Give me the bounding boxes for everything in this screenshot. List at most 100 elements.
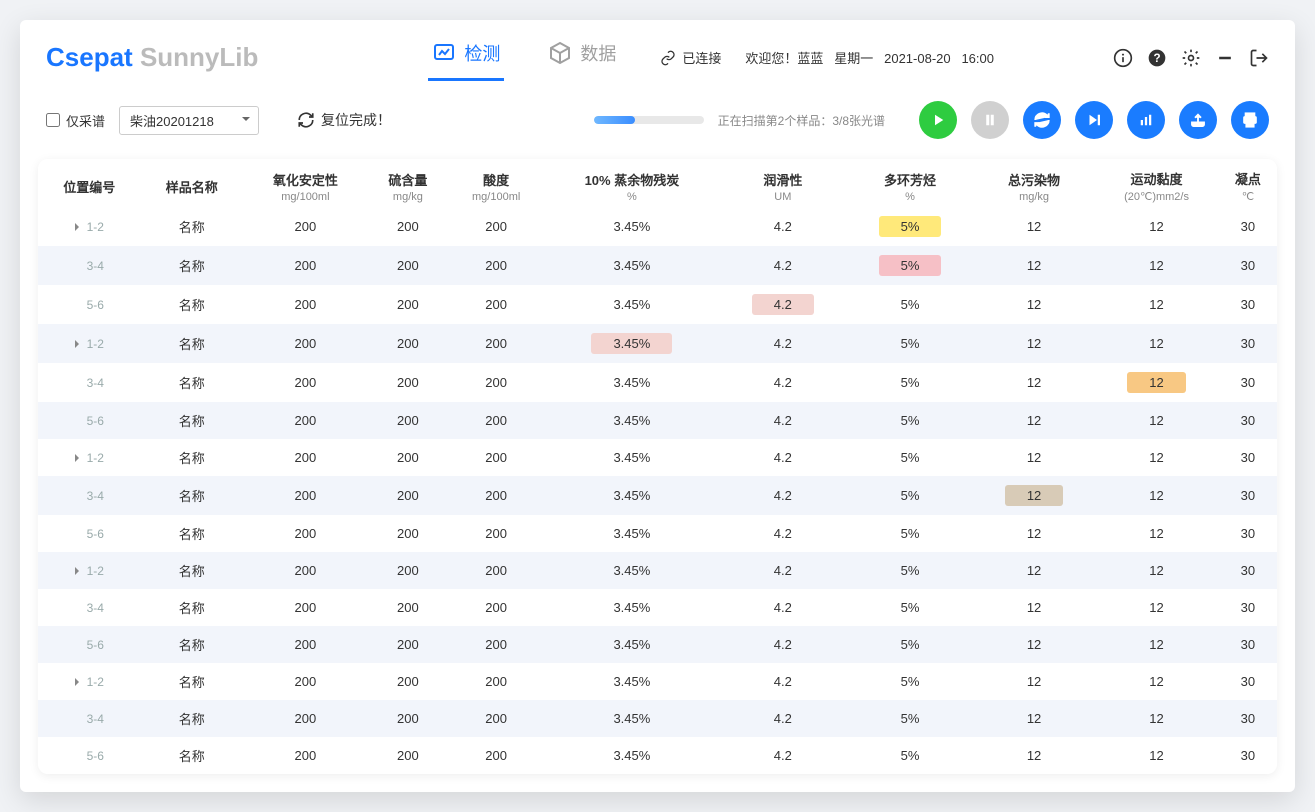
data-cell: 200 [243,476,368,515]
col-header-1[interactable]: 样品名称 [141,159,244,207]
table-row[interactable]: 1-2名称2002002003.45%4.25%121230 [38,663,1277,700]
data-cell: 5% [846,589,974,626]
data-cell: 200 [243,285,368,324]
data-cell: 3.45% [544,207,719,246]
reset-button[interactable]: 复位完成！ [297,110,391,130]
data-cell: 30 [1219,476,1277,515]
logout-icon[interactable] [1249,48,1269,68]
data-cell: 12 [1094,246,1219,285]
table-row[interactable]: 5-6名称2002002003.45%4.25%121230 [38,402,1277,439]
data-cell: 200 [243,737,368,774]
data-cell: 5% [846,246,974,285]
sample-select[interactable]: 柴油20201218 [119,106,259,135]
data-cell: 5% [846,476,974,515]
data-table: 位置编号样品名称氧化安定性mg/100ml硫含量mg/kg酸度mg/100ml1… [38,159,1277,774]
data-cell: 30 [1219,700,1277,737]
col-sub-9: (20℃)mm2/s [1098,190,1215,203]
gear-icon[interactable] [1181,48,1201,68]
export-button[interactable] [1179,101,1217,139]
data-cell: 3.45% [544,439,719,476]
col-header-2[interactable]: 氧化安定性mg/100ml [243,159,368,207]
scan-progress-bar [594,116,704,124]
play-button[interactable] [919,101,957,139]
table-row[interactable]: 3-4名称2002002003.45%4.25%121230 [38,476,1277,515]
info-icon[interactable] [1113,48,1133,68]
col-header-3[interactable]: 硫含量mg/kg [368,159,448,207]
data-cell: 200 [368,589,448,626]
data-cell: 12 [974,285,1094,324]
table-row[interactable]: 1-2名称2002002003.45%4.25%121230 [38,552,1277,589]
data-cell: 12 [974,700,1094,737]
sync-button[interactable] [1023,101,1061,139]
data-cell: 200 [368,476,448,515]
data-cell: 30 [1219,589,1277,626]
help-icon[interactable]: ? [1147,48,1167,68]
data-cell: 3.45% [544,737,719,774]
data-cell: 30 [1219,515,1277,552]
col-header-8[interactable]: 总污染物mg/kg [974,159,1094,207]
col-sub-8: mg/kg [978,191,1090,203]
minimize-icon[interactable] [1215,48,1235,68]
data-cell: 200 [448,324,544,363]
table-row[interactable]: 3-4名称2002002003.45%4.25%121230 [38,589,1277,626]
data-cell: 12 [1094,439,1219,476]
data-cell: 30 [1219,324,1277,363]
print-button[interactable] [1231,101,1269,139]
data-cell: 200 [368,515,448,552]
table-row[interactable]: 1-2名称2002002003.45%4.25%121230 [38,324,1277,363]
action-buttons [919,101,1269,139]
header-bar: Csepat SunnyLib 检测 数据 已连接 欢迎您！蓝蓝 星期一 202… [20,20,1295,91]
data-cell: 30 [1219,663,1277,700]
data-cell: 4.2 [720,324,847,363]
data-cell: 12 [974,589,1094,626]
position-cell: 5-6 [75,638,104,652]
data-cell: 30 [1219,552,1277,589]
data-cell: 200 [448,737,544,774]
col-header-6[interactable]: 润滑性UM [720,159,847,207]
data-cell: 30 [1219,737,1277,774]
only-capture-checkbox[interactable]: 仅采谱 [46,111,105,130]
position-cell: 3-4 [75,489,104,503]
data-cell: 5% [846,324,974,363]
connection-label: 已连接 [682,48,721,67]
table-row[interactable]: 5-6名称2002002003.45%4.25%121230 [38,285,1277,324]
col-header-9[interactable]: 运动黏度(20℃)mm2/s [1094,159,1219,207]
data-cell: 200 [448,552,544,589]
data-cell: 12 [1094,476,1219,515]
table-row[interactable]: 3-4名称2002002003.45%4.25%121230 [38,363,1277,402]
position-cell: 1-2 [75,675,104,689]
data-cell: 5% [846,515,974,552]
data-cell: 4.2 [720,285,847,324]
table-row[interactable]: 5-6名称2002002003.45%4.25%121230 [38,515,1277,552]
col-header-0[interactable]: 位置编号 [38,159,141,207]
connection-status[interactable]: 已连接 [660,48,721,67]
data-cell: 30 [1219,363,1277,402]
col-header-7[interactable]: 多环芳烃% [846,159,974,207]
table-row[interactable]: 5-6名称2002002003.45%4.25%121230 [38,737,1277,774]
table-row[interactable]: 1-2名称2002002003.45%4.25%121230 [38,439,1277,476]
table-row[interactable]: 1-2名称2002002003.45%4.25%121230 [38,207,1277,246]
col-header-4[interactable]: 酸度mg/100ml [448,159,544,207]
data-cell: 12 [974,476,1094,515]
stats-button[interactable] [1127,101,1165,139]
data-cell: 5% [846,663,974,700]
data-cell: 200 [448,663,544,700]
table-row[interactable]: 3-4名称2002002003.45%4.25%121230 [38,246,1277,285]
col-header-10[interactable]: 凝点℃ [1219,159,1277,207]
table-row[interactable]: 3-4名称2002002003.45%4.25%121230 [38,700,1277,737]
data-cell: 200 [243,626,368,663]
data-cell: 5% [846,402,974,439]
caret-icon [75,678,83,686]
only-capture-input[interactable] [46,113,60,127]
data-cell: 5% [846,552,974,589]
pause-button[interactable] [971,101,1009,139]
tab-data[interactable]: 数据 [544,34,620,81]
position-cell: 3-4 [75,259,104,273]
col-header-5[interactable]: 10% 蒸余物残炭% [544,159,719,207]
logo-brand: Csepat [46,42,133,72]
tab-detect[interactable]: 检测 [428,34,504,81]
toolbar: 仅采谱 柴油20201218 复位完成！ 正在扫描第2个样品：3/8张光谱 [20,91,1295,159]
skip-button[interactable] [1075,101,1113,139]
table-row[interactable]: 5-6名称2002002003.45%4.25%121230 [38,626,1277,663]
data-cell: 30 [1219,285,1277,324]
